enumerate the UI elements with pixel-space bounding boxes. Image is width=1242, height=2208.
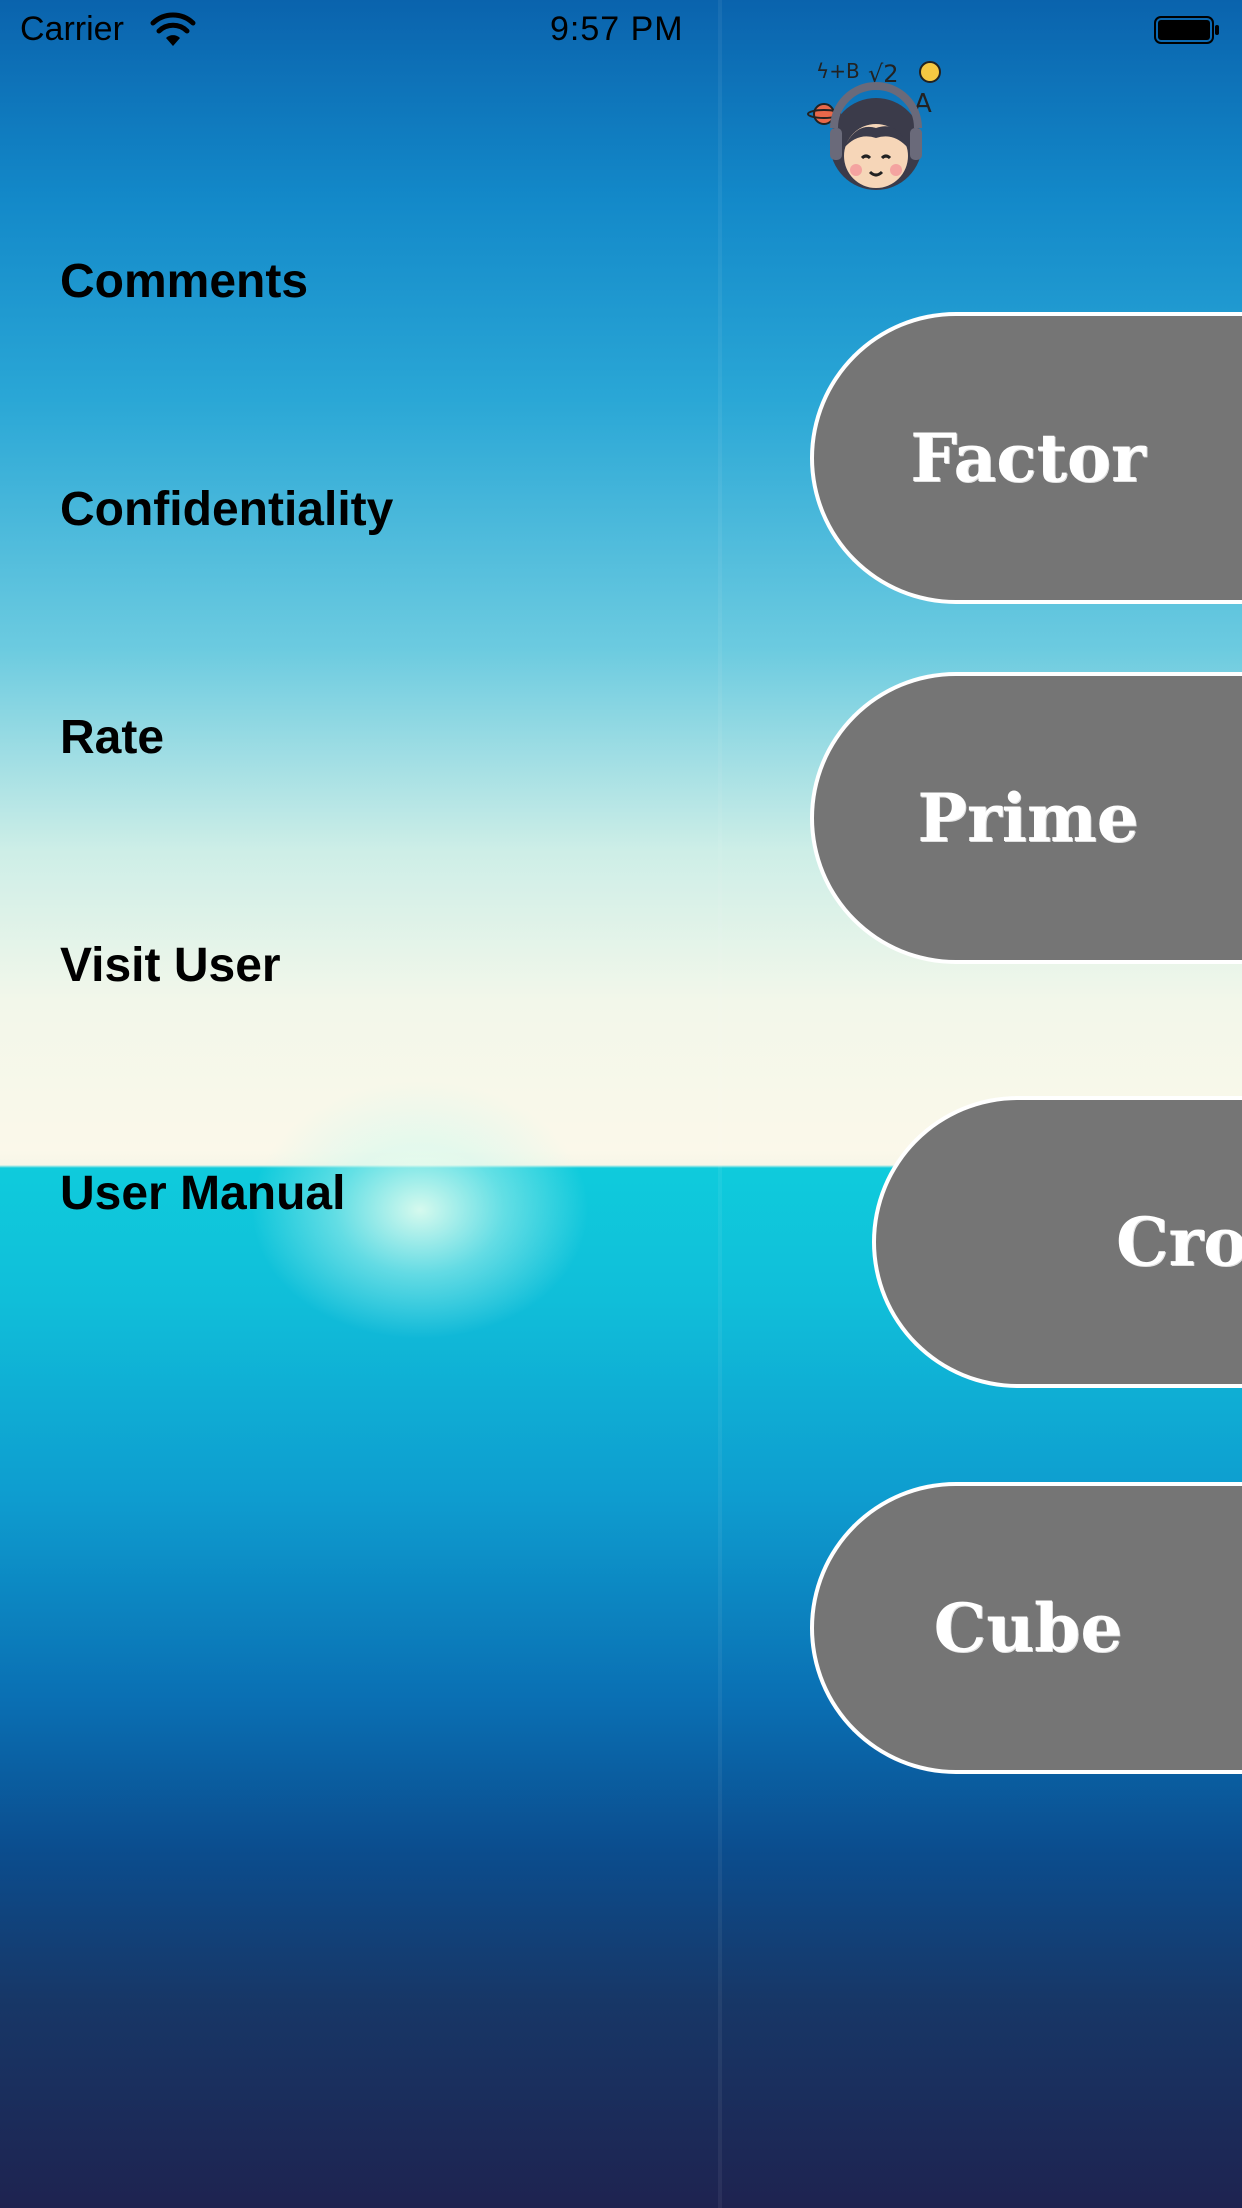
menu-item-user-manual[interactable]: User Manual	[60, 1166, 345, 1221]
clock: 9:57 PM	[550, 10, 684, 48]
cross-button[interactable]: Cros	[872, 1096, 1242, 1388]
cross-button-label: Cros	[1116, 1203, 1242, 1281]
menu-item-comments[interactable]: Comments	[60, 254, 308, 309]
status-bar: Carrier 9:57 PM	[0, 0, 1242, 60]
svg-text:ϟ+B: ϟ+B	[816, 59, 860, 83]
panel-seam	[718, 0, 722, 2208]
factor-button-label: Factor	[910, 419, 1146, 497]
cube-button[interactable]: Cube	[810, 1482, 1242, 1774]
factor-button[interactable]: Factor	[810, 312, 1242, 604]
math-mascot-icon: ϟ+B √2 A	[807, 59, 941, 190]
prime-button-label: Prime	[917, 779, 1139, 857]
menu-item-rate[interactable]: Rate	[60, 710, 164, 765]
menu-item-confidentiality[interactable]: Confidentiality	[60, 482, 393, 537]
battery-icon	[1154, 16, 1219, 44]
menu-item-visit-user[interactable]: Visit User	[60, 938, 281, 993]
cube-button-label: Cube	[933, 1589, 1123, 1667]
prime-button[interactable]: Prime	[810, 672, 1242, 964]
carrier-label: Carrier	[20, 10, 124, 48]
wifi-icon	[150, 12, 196, 46]
